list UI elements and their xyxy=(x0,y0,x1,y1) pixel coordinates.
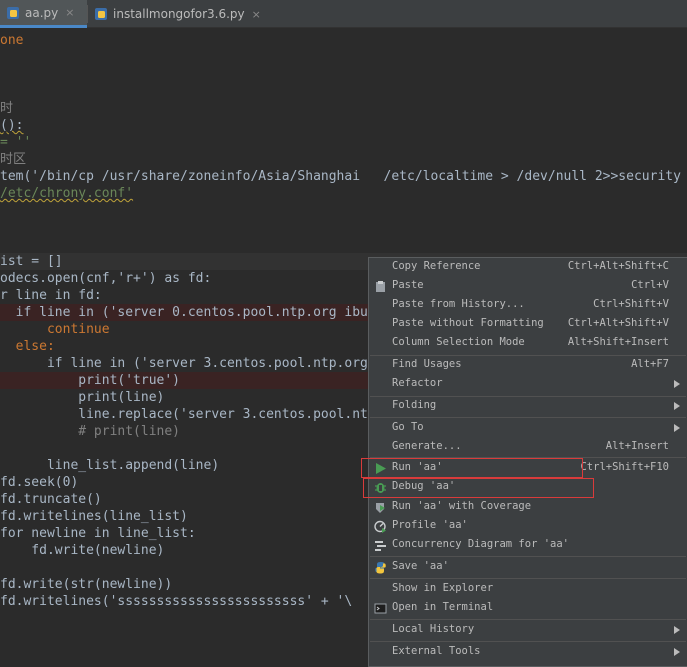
close-tab-icon[interactable]: × xyxy=(252,8,261,21)
code-line: fd.write(newline) xyxy=(0,543,165,558)
code-line: line_list.append(line) xyxy=(0,458,220,473)
menu-item-find-usages[interactable]: Find Usages Alt+F7 xyxy=(369,356,687,375)
concurrency-icon xyxy=(374,539,387,552)
python-icon xyxy=(374,561,387,574)
code-line: fd.writelines('ssssssssssssssssssssssss'… xyxy=(0,594,353,609)
submenu-arrow-icon xyxy=(674,626,680,634)
code-line: odecs.open(cnf,'r+') as fd: xyxy=(0,271,212,286)
menu-item-refactor[interactable]: Refactor xyxy=(369,375,687,394)
terminal-icon xyxy=(374,602,387,615)
menu-item-column-selection-mode[interactable]: Column Selection Mode Alt+Shift+Insert xyxy=(369,334,687,353)
code-line: for newline in line_list: xyxy=(0,526,196,541)
menu-item-copy-reference[interactable]: Copy Reference Ctrl+Alt+Shift+C xyxy=(369,258,687,277)
debug-highlight-box xyxy=(363,478,594,498)
code-line: else: xyxy=(0,339,55,354)
python-file-icon xyxy=(94,7,108,21)
menu-item-generate[interactable]: Generate... Alt+Insert xyxy=(369,438,687,457)
code-line: fd.truncate() xyxy=(0,492,102,507)
submenu-arrow-icon xyxy=(674,380,680,388)
menu-item-profile-aa[interactable]: Profile 'aa' xyxy=(369,517,687,536)
code-line: continue xyxy=(0,322,110,337)
menu-separator xyxy=(370,578,686,579)
code-line: 时区 xyxy=(0,152,27,167)
menu-item-save-aa[interactable]: Save 'aa' xyxy=(369,558,687,577)
menu-item-concurrency-diagram[interactable]: Concurrency Diagram for 'aa' xyxy=(369,536,687,555)
menu-item-go-to[interactable]: Go To xyxy=(369,419,687,438)
code-line: one xyxy=(0,33,24,48)
menu-item-paste-from-history[interactable]: Paste from History... Ctrl+Shift+V xyxy=(369,296,687,315)
code-line: r line in fd: xyxy=(0,288,102,303)
python-file-icon xyxy=(6,6,20,20)
editor-tab-bar: aa.py × installmongofor3.6.py × xyxy=(0,0,687,28)
close-tab-icon[interactable]: × xyxy=(65,6,74,19)
code-line: fd.seek(0) xyxy=(0,475,79,490)
menu-separator xyxy=(370,556,686,557)
paste-icon xyxy=(374,280,387,293)
code-line: (): xyxy=(0,118,24,133)
code-line: line.replace('server 3.centos.pool.nt xyxy=(0,407,368,422)
menu-separator xyxy=(370,417,686,418)
submenu-arrow-icon xyxy=(674,648,680,656)
code-line: # print(line) xyxy=(0,424,181,439)
code-line: ist = [] xyxy=(0,254,63,269)
menu-item-folding[interactable]: Folding xyxy=(369,397,687,416)
menu-item-paste[interactable]: Paste Ctrl+V xyxy=(369,277,687,296)
menu-separator xyxy=(370,619,686,620)
tab-aa-py[interactable]: aa.py × xyxy=(0,0,87,28)
menu-separator xyxy=(370,641,686,642)
coverage-icon xyxy=(374,501,387,514)
code-line: tem('/bin/cp /usr/share/zoneinfo/Asia/Sh… xyxy=(0,169,681,184)
run-highlight-box xyxy=(361,458,583,478)
code-line: if line in ('server 3.centos.pool.ntp.or… xyxy=(0,356,368,371)
code-line: fd.writelines(line_list) xyxy=(0,509,188,524)
submenu-arrow-icon xyxy=(674,402,680,410)
menu-item-show-in-explorer[interactable]: Show in Explorer xyxy=(369,580,687,599)
profile-icon xyxy=(374,520,387,533)
code-line: /etc/chrony.conf' xyxy=(0,186,134,201)
menu-item-local-history[interactable]: Local History xyxy=(369,621,687,640)
code-line: print(line) xyxy=(0,390,165,405)
menu-item-external-tools[interactable]: External Tools xyxy=(369,643,687,662)
code-line: = '' xyxy=(0,135,32,150)
menu-item-open-in-terminal[interactable]: Open in Terminal xyxy=(369,599,687,618)
code-line: 时 xyxy=(0,101,14,116)
submenu-arrow-icon xyxy=(674,424,680,432)
code-line: if line in ('server 0.centos.pool.ntp.or… xyxy=(0,305,368,320)
menu-item-run-with-coverage[interactable]: Run 'aa' with Coverage xyxy=(369,498,687,517)
code-line: print('true') xyxy=(0,373,181,388)
tab-installmongofor3-6-py[interactable]: installmongofor3.6.py × xyxy=(88,0,263,28)
tab-label: installmongofor3.6.py xyxy=(113,7,245,21)
code-line: fd.write(str(newline)) xyxy=(0,577,173,592)
menu-item-paste-without-formatting[interactable]: Paste without Formatting Ctrl+Alt+Shift+… xyxy=(369,315,687,334)
tab-label: aa.py xyxy=(25,5,59,20)
